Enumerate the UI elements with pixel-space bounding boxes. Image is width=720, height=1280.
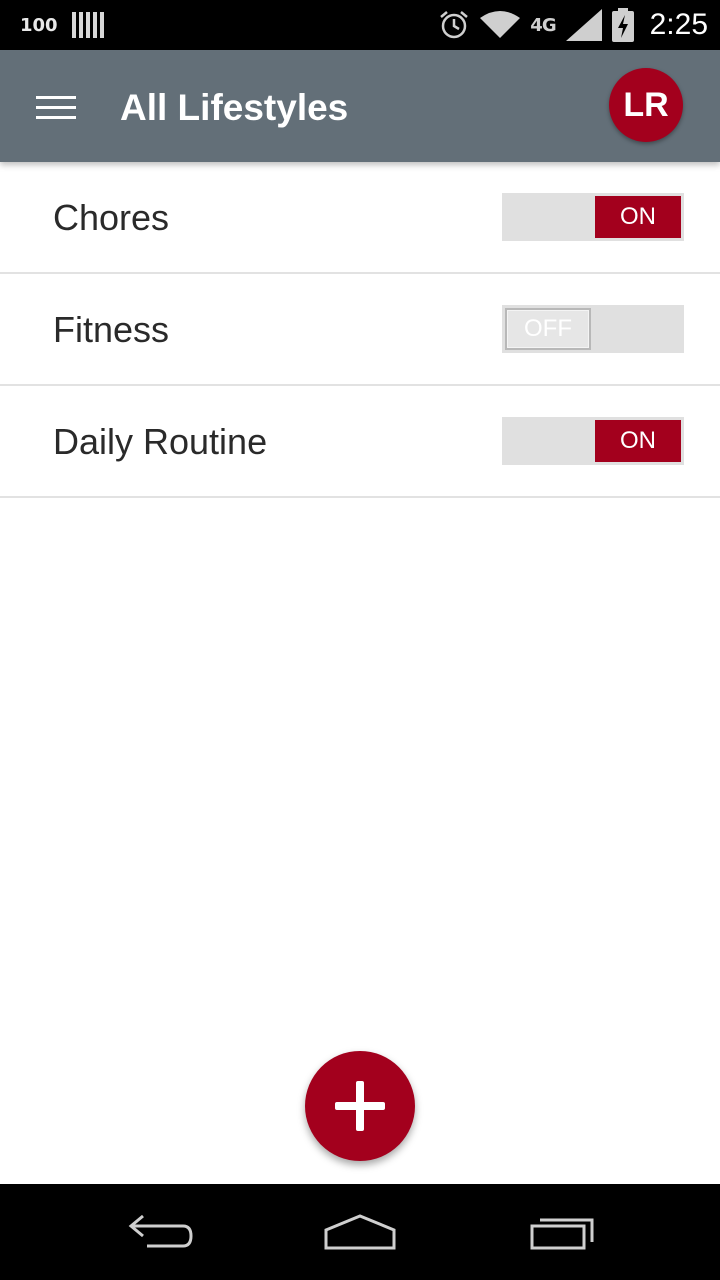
toggle-state: OFF xyxy=(505,308,591,350)
wifi-icon xyxy=(480,11,521,38)
recents-icon xyxy=(530,1218,594,1250)
signal-icon xyxy=(565,9,602,41)
add-icon-vertical xyxy=(356,1081,364,1131)
fitness-toggle[interactable]: OFF xyxy=(502,305,684,353)
recents-button[interactable] xyxy=(522,1204,602,1260)
list-item[interactable]: Daily Routine ON xyxy=(0,386,720,498)
daily-routine-toggle[interactable]: ON xyxy=(502,417,684,465)
clock-text: 2:25 xyxy=(649,8,708,41)
app-bar: All Lifestyles LR xyxy=(0,50,720,162)
list-item-label: Fitness xyxy=(53,309,170,350)
home-icon xyxy=(324,1214,396,1250)
back-icon xyxy=(128,1214,193,1248)
status-left: 100 xyxy=(20,0,104,50)
alarm-icon xyxy=(440,11,469,39)
hamburger-menu-icon[interactable] xyxy=(36,96,76,120)
status-bar: 100 4G 2:25 xyxy=(0,0,720,50)
list-item[interactable]: Fitness OFF xyxy=(0,274,720,386)
list-item[interactable]: Chores ON xyxy=(0,162,720,274)
network-type-text: 4G xyxy=(530,14,556,36)
status-right: 4G 2:25 xyxy=(438,0,708,50)
toggle-state: ON xyxy=(595,420,681,462)
lifestyle-list: Chores ON Fitness OFF Daily Routine ON xyxy=(0,162,720,498)
battery-level-text: 100 xyxy=(20,14,58,36)
chores-toggle[interactable]: ON xyxy=(502,193,684,241)
navigation-bar xyxy=(0,1184,720,1280)
list-item-label: Daily Routine xyxy=(53,421,268,462)
back-button[interactable] xyxy=(120,1204,200,1260)
add-lifestyle-button[interactable] xyxy=(305,1051,415,1161)
page-title: All Lifestyles xyxy=(120,87,349,128)
battery-charging-icon xyxy=(611,8,634,42)
toggle-state: ON xyxy=(595,196,681,238)
avatar[interactable]: LR xyxy=(609,68,683,142)
home-button[interactable] xyxy=(320,1204,400,1260)
battery-bars-icon xyxy=(71,12,104,38)
list-item-label: Chores xyxy=(53,197,170,238)
